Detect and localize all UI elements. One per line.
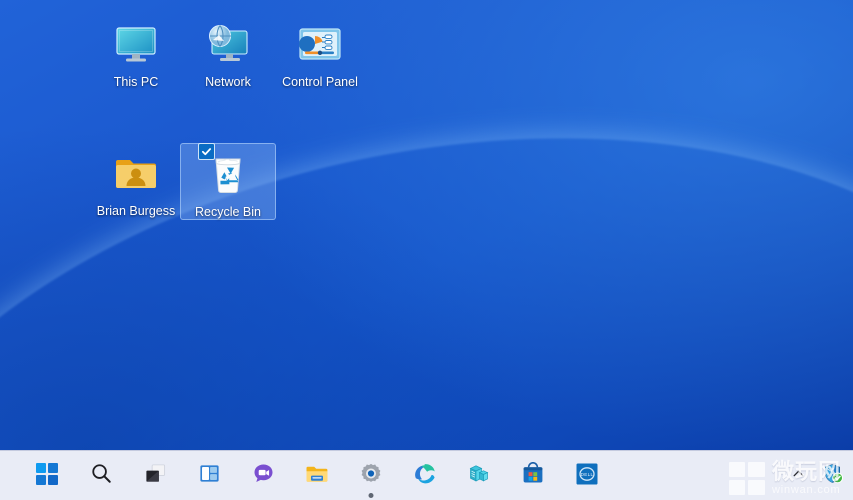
desktop-icon-label: Brian Burgess (96, 204, 176, 218)
network-globe-icon (204, 20, 252, 68)
taskbar-button-chat[interactable] (246, 459, 280, 493)
recycle-bin-icon (198, 143, 252, 198)
file-explorer-icon (305, 462, 329, 491)
svg-text:DELL: DELL (581, 471, 594, 476)
taskbar-button-search[interactable] (84, 459, 118, 493)
chevron-up-icon (791, 466, 806, 486)
desktop-icon-network[interactable]: Network (180, 14, 276, 89)
taskbar-button-store[interactable] (516, 459, 550, 493)
chat-teams-icon (252, 462, 275, 490)
desktop-icon-label: Control Panel (282, 75, 358, 89)
taskbar-button-widgets[interactable] (192, 459, 226, 493)
settings-gear-icon (359, 462, 383, 491)
task-view-icon (144, 462, 167, 490)
desktop-icon-this-pc[interactable]: This PC (88, 14, 184, 89)
monitor-icon (112, 20, 160, 68)
desktop-icon-grid: This PC Network Control Panel Brian Burg… (0, 0, 853, 450)
system-tray (785, 451, 845, 500)
selection-checkbox-icon (198, 143, 215, 160)
desktop-icon-label: Recycle Bin (195, 205, 261, 219)
shield-check-icon (822, 463, 843, 489)
tray-security-icon[interactable] (819, 463, 845, 489)
taskbar-button-edge[interactable] (408, 459, 442, 493)
server-stack-icon (467, 462, 491, 491)
desktop-icon-label: Network (205, 75, 251, 89)
taskbar-button-task-view[interactable] (138, 459, 172, 493)
taskbar-button-file-explorer[interactable] (300, 459, 334, 493)
taskbar-button-start[interactable] (30, 459, 64, 493)
search-icon (90, 462, 113, 490)
desktop-icon-recycle-bin[interactable]: Recycle Bin (180, 143, 276, 221)
taskbar-active-indicator (368, 493, 374, 498)
desktop-icon-control-panel[interactable]: Control Panel (272, 14, 368, 89)
taskbar-button-settings[interactable] (354, 459, 388, 498)
microsoft-store-icon (521, 461, 545, 491)
windows-start-icon (35, 462, 59, 491)
tray-show-hidden-icons[interactable] (785, 463, 811, 489)
windows-logo-icon (728, 462, 765, 495)
edge-icon (413, 462, 437, 491)
desktop-icon-brian-burgess[interactable]: Brian Burgess (88, 143, 184, 218)
taskbar-button-dell[interactable]: DELL (570, 459, 604, 493)
user-folder-icon (112, 149, 160, 197)
taskbar-button-server[interactable] (462, 459, 496, 493)
widgets-icon (198, 462, 221, 490)
taskbar: DELL 微玩网 winwan.com (0, 450, 853, 500)
desktop-screen: This PC Network Control Panel Brian Burg… (0, 0, 853, 500)
control-panel-icon (296, 20, 344, 68)
dell-icon: DELL (575, 462, 599, 491)
desktop-icon-label: This PC (113, 75, 159, 89)
taskbar-buttons: DELL (30, 451, 604, 500)
